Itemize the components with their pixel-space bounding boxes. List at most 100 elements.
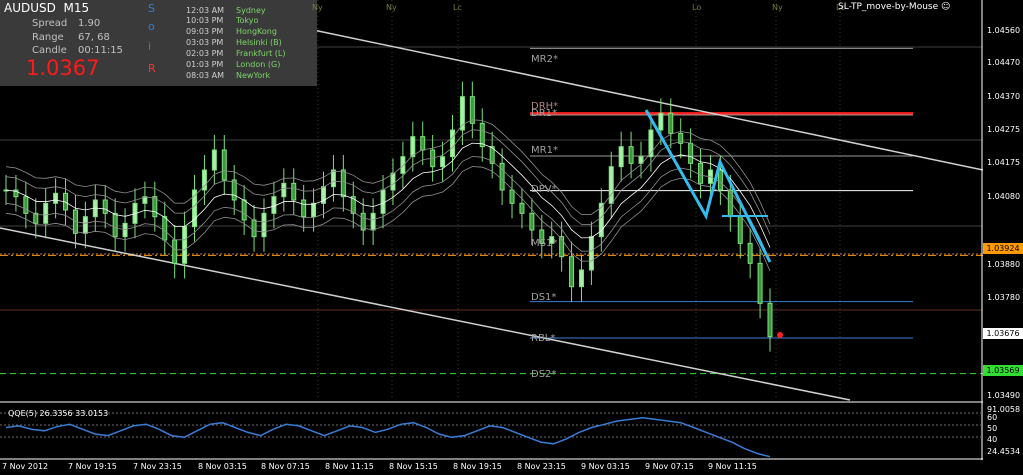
candle-body [172, 239, 178, 264]
candle-body [449, 129, 455, 158]
candle-body [102, 199, 108, 214]
price-tick: 1.04470 [987, 58, 1021, 67]
status-letter: R [148, 62, 156, 75]
candle-body [440, 156, 446, 168]
candle-body [757, 262, 763, 304]
session-time: 12:03 AM [186, 6, 224, 15]
time-tick: 8 Nov 23:15 [517, 462, 566, 471]
session-time: 09:03 PM [186, 27, 224, 36]
candle-body [420, 136, 426, 151]
qqe-tick: 40 [987, 435, 998, 444]
session-name: London (G) [236, 60, 281, 69]
candle-body [608, 166, 614, 204]
candle-body [311, 202, 317, 218]
candle-body [588, 236, 594, 271]
smiley-icon: ☺ [941, 2, 951, 12]
status-letter: S [148, 2, 155, 15]
candle-body [271, 196, 277, 214]
candle-body [152, 196, 158, 218]
candle-body [370, 212, 376, 231]
price-tick: 1.03780 [987, 293, 1021, 302]
candle-body [291, 182, 297, 201]
level-label-ds2: DS2* [531, 369, 557, 380]
time-tick: 8 Nov 15:15 [389, 462, 438, 471]
candle-body [509, 189, 515, 204]
session-time: 03:03 PM [186, 38, 224, 47]
candle-body [767, 302, 773, 338]
candle-body [211, 149, 217, 171]
level-label-ms1: MS1* [531, 238, 558, 249]
candle-body [182, 226, 188, 264]
candle-body [499, 162, 505, 191]
candle-body [688, 142, 694, 164]
price-tick: 1.04080 [987, 192, 1021, 201]
candle-body [112, 212, 118, 238]
candle-body [162, 216, 168, 241]
candle-body [410, 136, 416, 158]
session-name: Helsinki (B) [236, 38, 282, 47]
candle-body [301, 199, 307, 218]
current-price-marker [777, 332, 783, 338]
candle-body [578, 269, 584, 288]
candle-body [698, 162, 704, 184]
candle-body [668, 112, 674, 134]
candle-body [529, 212, 535, 231]
symbol-info-panel: AUDUSD M15 Spread 1.90 Range 67, 68 Cand… [0, 0, 317, 86]
candle-body [469, 96, 475, 124]
time-tick: 7 Nov 23:15 [133, 462, 182, 471]
candle-label: Candle [32, 45, 67, 56]
symbol-title: AUDUSD M15 [4, 1, 90, 15]
level-label-mr2: MR2* [531, 54, 558, 65]
status-letter: i [148, 40, 152, 53]
price-tick: 1.03490 [987, 391, 1021, 400]
time-tick: 8 Nov 11:15 [325, 462, 374, 471]
bid-price-badge: 1.03676 [983, 328, 1023, 339]
time-tick: 8 Nov 07:15 [261, 462, 310, 471]
candle-body [618, 146, 624, 168]
candle-body [340, 169, 346, 198]
range-label: Range [32, 32, 64, 43]
level-label-ds1: DS1* [531, 292, 557, 303]
session-time: 01:03 PM [186, 60, 224, 69]
level-label-rbl: RBL* [531, 333, 556, 344]
candle-body [82, 216, 88, 234]
candle-body [390, 172, 396, 191]
time-tick: 7 Nov 19:15 [68, 462, 117, 471]
candle-body [221, 149, 227, 181]
price-tick: 1.04370 [987, 92, 1021, 101]
level-label-mr1: MR1* [531, 145, 558, 156]
candle-body [519, 202, 525, 214]
candle-body [717, 169, 723, 191]
sl-tp-mouse-label[interactable]: SL-TP_move-by-Mouse ☺ [838, 2, 950, 12]
time-tick: 8 Nov 03:15 [198, 462, 247, 471]
candle-body [53, 192, 59, 204]
session-name: HongKong [236, 27, 277, 36]
session-name: Frankfurt (L) [236, 49, 286, 58]
candle-body [628, 146, 634, 164]
qqe-indicator-label: QQE(5) 26.3356 33.0153 [8, 409, 109, 418]
candle-timer: 00:11:15 [78, 45, 123, 56]
session-time: 10:03 PM [186, 16, 224, 25]
candle-body [281, 182, 287, 198]
ms1-price-badge: 1.03924 [983, 243, 1023, 254]
price-tick: 1.04175 [987, 158, 1021, 167]
session-name: NewYork [236, 71, 271, 80]
level-label-dpv: DPV* [531, 184, 557, 195]
qqe-tick: 50 [987, 424, 998, 433]
level-label-dr1: DR1* [531, 108, 558, 119]
candle-body [569, 256, 575, 288]
candle-body [747, 242, 753, 264]
session-marker: Lo [692, 3, 702, 12]
candle-body [658, 112, 664, 131]
session-time: 08:03 AM [186, 71, 224, 80]
status-letter: o [148, 20, 155, 33]
candle-body [23, 196, 29, 214]
candle-body [251, 219, 257, 238]
spread-label: Spread [32, 18, 68, 29]
candle-body [261, 212, 267, 238]
candle-body [122, 222, 128, 238]
time-tick: 9 Nov 03:15 [581, 462, 630, 471]
price-tick: 1.04560 [987, 26, 1021, 35]
price-tick: 1.03880 [987, 260, 1021, 269]
session-marker: Lc [453, 3, 462, 12]
